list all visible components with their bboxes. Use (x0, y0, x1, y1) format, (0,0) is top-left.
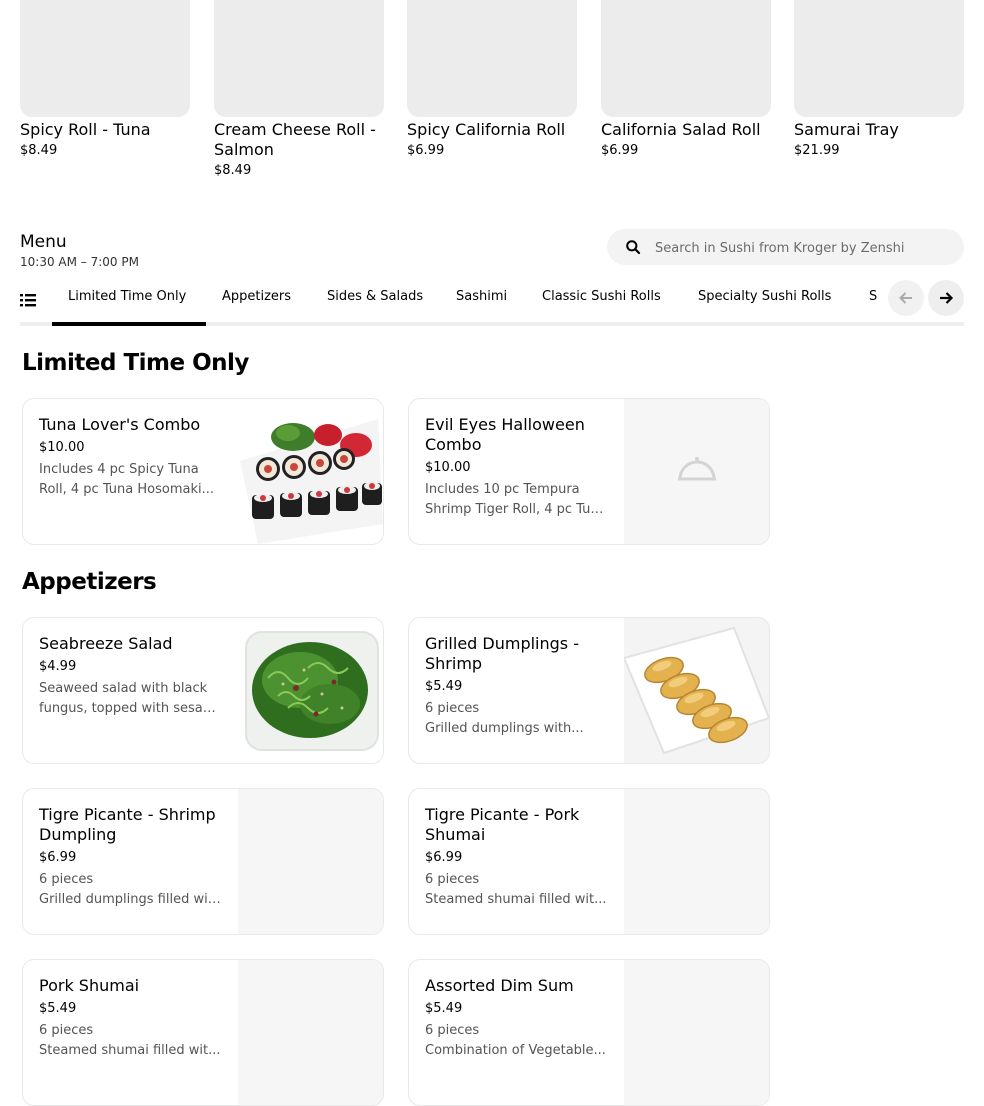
image-placeholder (624, 789, 769, 934)
featured-items-row: Spicy Roll - Tuna $8.49 Cream Cheese Rol… (20, 0, 964, 190)
item-description: Seaweed salad with black (39, 681, 208, 696)
tab-appetizers[interactable]: Appetizers (222, 289, 291, 304)
item-name: Evil Eyes Halloween Combo (425, 415, 585, 454)
featured-item-name[interactable]: Spicy California Roll (407, 120, 577, 140)
item-price: $10.00 (39, 440, 85, 455)
item-description: Shrimp Tiger Roll, 4 pc Tun... (425, 502, 609, 517)
image-placeholder (238, 789, 383, 934)
featured-item-card[interactable]: Samurai Tray $21.99 (794, 0, 964, 158)
dumplings-image (624, 618, 769, 763)
featured-item-card[interactable]: Cream Cheese Roll - Salmon $8.49 (214, 0, 384, 178)
image-placeholder (624, 399, 769, 544)
menu-item-card[interactable]: Tigre Picante - Pork Shumai $6.99 6 piec… (408, 788, 770, 935)
item-description: Grilled dumplings filled wit... (39, 892, 223, 907)
item-description: 6 pieces (39, 872, 94, 887)
active-tab-indicator (52, 322, 206, 326)
item-description: Grilled dumplings with... (425, 721, 584, 736)
image-placeholder (238, 960, 383, 1105)
seaweed-salad-image (238, 618, 383, 763)
featured-item-price: $6.99 (601, 143, 639, 158)
menu-item-card[interactable]: Tigre Picante - Shrimp Dumpling $6.99 6 … (22, 788, 384, 935)
search-icon (626, 240, 641, 255)
category-tabs: Limited Time Only Appetizers Sides & Sal… (20, 280, 964, 326)
item-price: $4.99 (39, 659, 77, 674)
arrow-right-icon (940, 292, 954, 304)
scroll-right-button[interactable] (928, 280, 964, 316)
item-description: Includes 4 pc Spicy Tuna (39, 462, 199, 477)
featured-item-image[interactable] (407, 0, 577, 117)
item-price: $5.49 (39, 1001, 77, 1016)
tab-sides-salads[interactable]: Sides & Salads (327, 289, 423, 304)
item-description: fungus, topped with sesam... (39, 701, 223, 716)
item-name: Tigre Picante - Pork Shumai (425, 805, 580, 844)
item-price: $10.00 (425, 460, 471, 475)
sushi-combo-image (238, 399, 383, 544)
menu-hours: 10:30 AM – 7:00 PM (20, 255, 139, 269)
scroll-left-button[interactable] (888, 280, 924, 316)
item-name: Seabreeze Salad (39, 634, 173, 653)
list-icon[interactable] (20, 292, 36, 308)
featured-item-price: $8.49 (20, 143, 58, 158)
item-description: 6 pieces (425, 701, 480, 716)
menu-item-card[interactable]: Tuna Lover's Combo $10.00 Includes 4 pc … (22, 398, 384, 545)
item-price: $5.49 (425, 1001, 463, 1016)
item-description: 6 pieces (425, 1023, 480, 1038)
item-price: $5.49 (425, 679, 463, 694)
item-price: $6.99 (425, 850, 463, 865)
item-description: Roll, 4 pc Tuna Hosomaki... (39, 482, 214, 497)
featured-item-image[interactable] (20, 0, 190, 117)
menu-item-card[interactable]: Evil Eyes Halloween Combo $10.00 Include… (408, 398, 770, 545)
menu-item-card[interactable]: Assorted Dim Sum $5.49 6 pieces Combinat… (408, 959, 770, 1106)
featured-item-name[interactable]: Cream Cheese Roll - Salmon (214, 120, 384, 160)
item-description: 6 pieces (425, 872, 480, 887)
item-name: Assorted Dim Sum (425, 976, 574, 995)
section-title-appetizers: Appetizers (22, 569, 157, 595)
tab-limited-time-only[interactable]: Limited Time Only (68, 289, 186, 304)
featured-item-price: $6.99 (407, 143, 445, 158)
featured-item-image[interactable] (601, 0, 771, 117)
menu-title: Menu (20, 232, 67, 252)
item-description: Includes 10 pc Tempura (425, 482, 580, 497)
image-placeholder (624, 960, 769, 1105)
item-name: Tigre Picante - Shrimp Dumpling (39, 805, 216, 844)
menu-search-bar[interactable] (607, 229, 964, 267)
section-title-limited-time-only: Limited Time Only (22, 350, 249, 376)
item-name: Grilled Dumplings - Shrimp (425, 634, 579, 673)
search-input[interactable] (653, 229, 947, 267)
food-cloche-icon (678, 457, 716, 481)
featured-item-name[interactable]: California Salad Roll (601, 120, 771, 140)
item-description: 6 pieces (39, 1023, 94, 1038)
menu-item-card[interactable]: Pork Shumai $5.49 6 pieces Steamed shuma… (22, 959, 384, 1106)
featured-item-name[interactable]: Spicy Roll - Tuna (20, 120, 190, 140)
item-name: Tuna Lover's Combo (39, 415, 201, 434)
item-name: Pork Shumai (39, 976, 140, 995)
tab-classic-sushi-rolls[interactable]: Classic Sushi Rolls (542, 289, 661, 304)
tab-specialty-sushi-rolls[interactable]: Specialty Sushi Rolls (698, 289, 831, 304)
item-description: Steamed shumai filled wit... (425, 892, 607, 907)
featured-item-card[interactable]: California Salad Roll $6.99 (601, 0, 771, 158)
featured-item-image[interactable] (214, 0, 384, 117)
item-description: Combination of Vegetable... (425, 1043, 606, 1058)
arrow-left-icon (899, 292, 912, 304)
menu-item-card[interactable]: Seabreeze Salad $4.99 Seaweed salad with… (22, 617, 384, 764)
featured-item-card[interactable]: Spicy California Roll $6.99 (407, 0, 577, 158)
featured-item-name[interactable]: Samurai Tray (794, 120, 964, 140)
item-description: Steamed shumai filled wit... (39, 1043, 221, 1058)
featured-item-price: $21.99 (794, 143, 840, 158)
featured-item-price: $8.49 (214, 163, 252, 178)
item-price: $6.99 (39, 850, 77, 865)
featured-item-card[interactable]: Spicy Roll - Tuna $8.49 (20, 0, 190, 158)
featured-item-image[interactable] (794, 0, 964, 117)
menu-item-card[interactable]: Grilled Dumplings - Shrimp $5.49 6 piece… (408, 617, 770, 764)
tab-sashimi[interactable]: Sashimi (456, 289, 507, 304)
